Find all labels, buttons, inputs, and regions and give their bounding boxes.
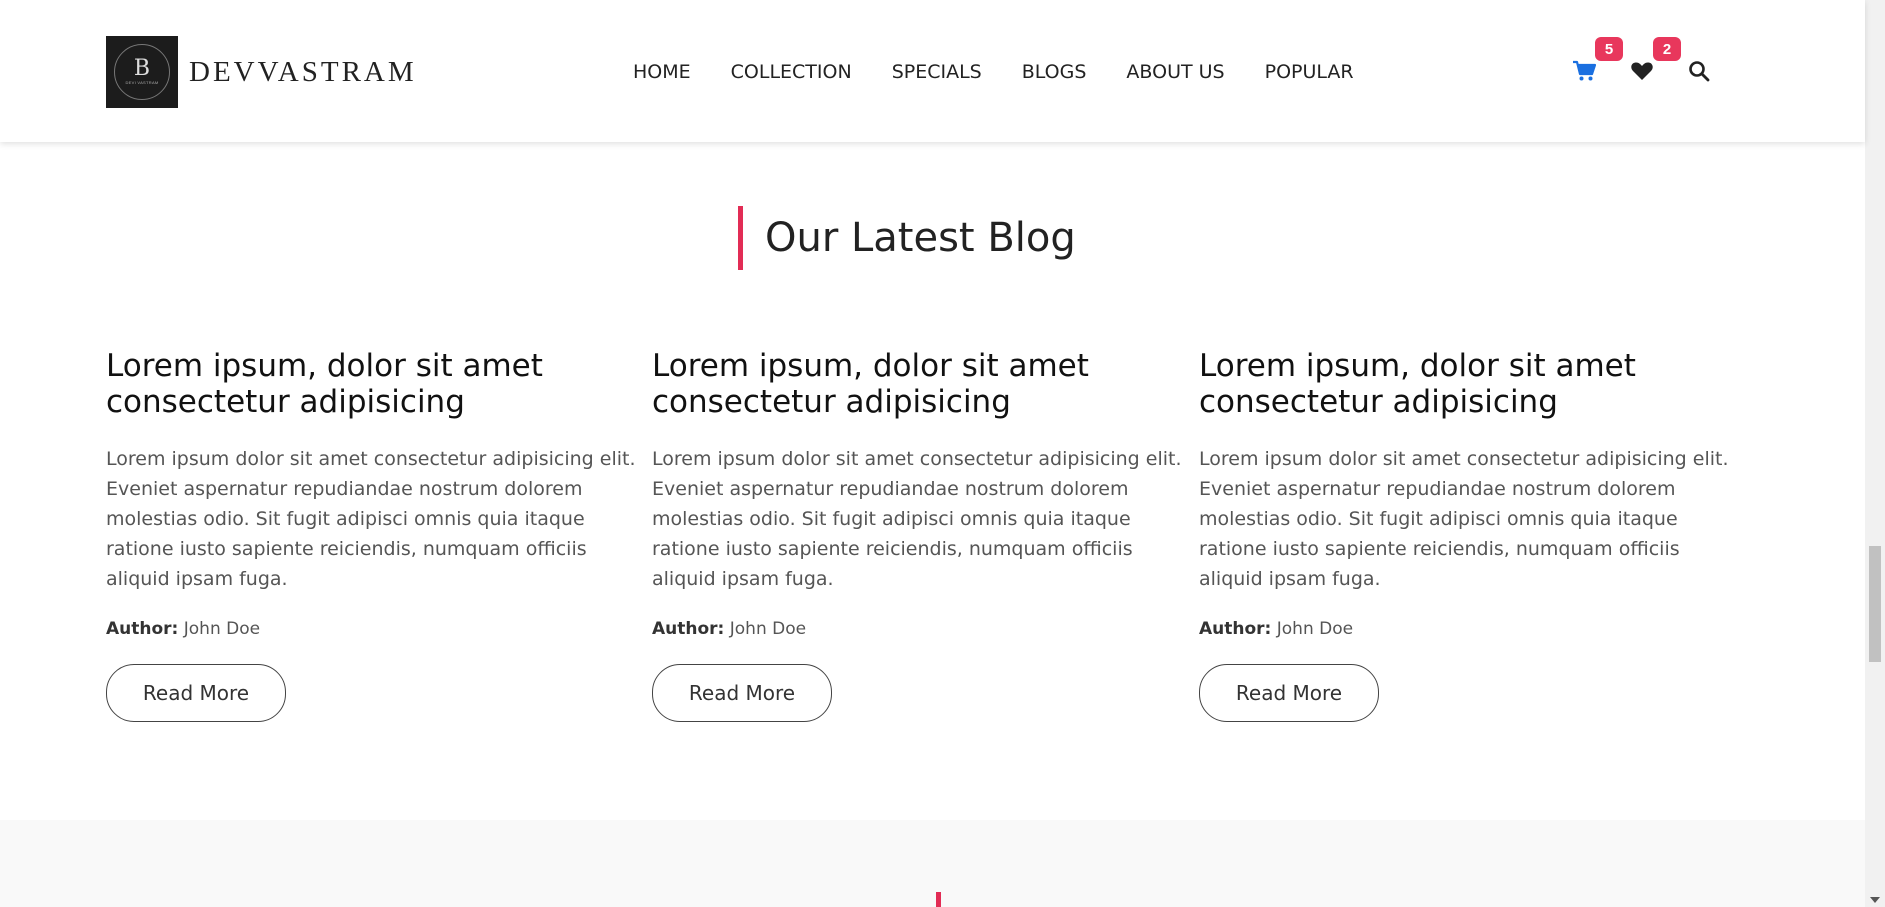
blog-author: Author: John Doe xyxy=(1199,618,1729,640)
author-label: Author: xyxy=(106,619,179,639)
title-accent-bar xyxy=(738,206,743,270)
section-title: Our Latest Blog xyxy=(765,215,1076,261)
blog-excerpt: Lorem ipsum dolor sit amet consectetur a… xyxy=(106,448,636,590)
read-more-button[interactable]: Read More xyxy=(1199,664,1379,722)
section-heading: Our Latest Blog xyxy=(738,206,1076,270)
nav-collection[interactable]: COLLECTION xyxy=(731,60,852,84)
logo[interactable]: B DEVI VASTRAM xyxy=(106,36,178,108)
logo-emblem: B DEVI VASTRAM xyxy=(114,44,170,100)
author-label: Author: xyxy=(1199,619,1272,639)
blog-title[interactable]: Lorem ipsum, dolor sit amet consectetur … xyxy=(1199,348,1729,420)
search-icon[interactable] xyxy=(1686,58,1712,84)
author-name: John Doe xyxy=(1276,619,1354,639)
nav-popular[interactable]: POPULAR xyxy=(1265,60,1354,84)
logo-text: DEVI VASTRAM xyxy=(125,80,159,85)
blog-card: Lorem ipsum, dolor sit amet consectetur … xyxy=(652,348,1182,722)
cart-count-badge: 5 xyxy=(1595,37,1623,61)
next-section-accent-bar xyxy=(936,892,941,907)
scrollbar-thumb[interactable] xyxy=(1869,546,1881,662)
blog-excerpt: Lorem ipsum dolor sit amet consectetur a… xyxy=(1199,448,1729,590)
wishlist-count-badge: 2 xyxy=(1653,37,1681,61)
heart-icon[interactable] xyxy=(1629,58,1655,84)
nav-home[interactable]: HOME xyxy=(633,60,691,84)
scroll-down-arrow-icon[interactable] xyxy=(1870,897,1880,903)
author-name: John Doe xyxy=(183,619,261,639)
page-scrollbar[interactable] xyxy=(1865,0,1885,907)
logo-letter: B xyxy=(133,56,151,81)
blog-author: Author: John Doe xyxy=(652,618,1182,640)
nav-specials[interactable]: SPECIALS xyxy=(892,60,982,84)
blog-title[interactable]: Lorem ipsum, dolor sit amet consectetur … xyxy=(106,348,636,420)
blog-card: Lorem ipsum, dolor sit amet consectetur … xyxy=(1199,348,1729,722)
main-nav: HOME COLLECTION SPECIALS BLOGS ABOUT US … xyxy=(633,60,1354,84)
blog-author: Author: John Doe xyxy=(106,618,636,640)
author-name: John Doe xyxy=(729,619,807,639)
read-more-button[interactable]: Read More xyxy=(652,664,832,722)
nav-blogs[interactable]: BLOGS xyxy=(1022,60,1087,84)
nav-about-us[interactable]: ABOUT US xyxy=(1126,60,1224,84)
next-section-band xyxy=(0,820,1865,907)
site-header: B DEVI VASTRAM DEVVASTRAM HOME COLLECTIO… xyxy=(0,0,1865,142)
author-label: Author: xyxy=(652,619,725,639)
read-more-button[interactable]: Read More xyxy=(106,664,286,722)
blog-card: Lorem ipsum, dolor sit amet consectetur … xyxy=(106,348,636,722)
blog-title[interactable]: Lorem ipsum, dolor sit amet consectetur … xyxy=(652,348,1182,420)
blog-excerpt: Lorem ipsum dolor sit amet consectetur a… xyxy=(652,448,1182,590)
brand-name[interactable]: DEVVASTRAM xyxy=(189,55,417,89)
cart-icon[interactable] xyxy=(1571,58,1597,84)
